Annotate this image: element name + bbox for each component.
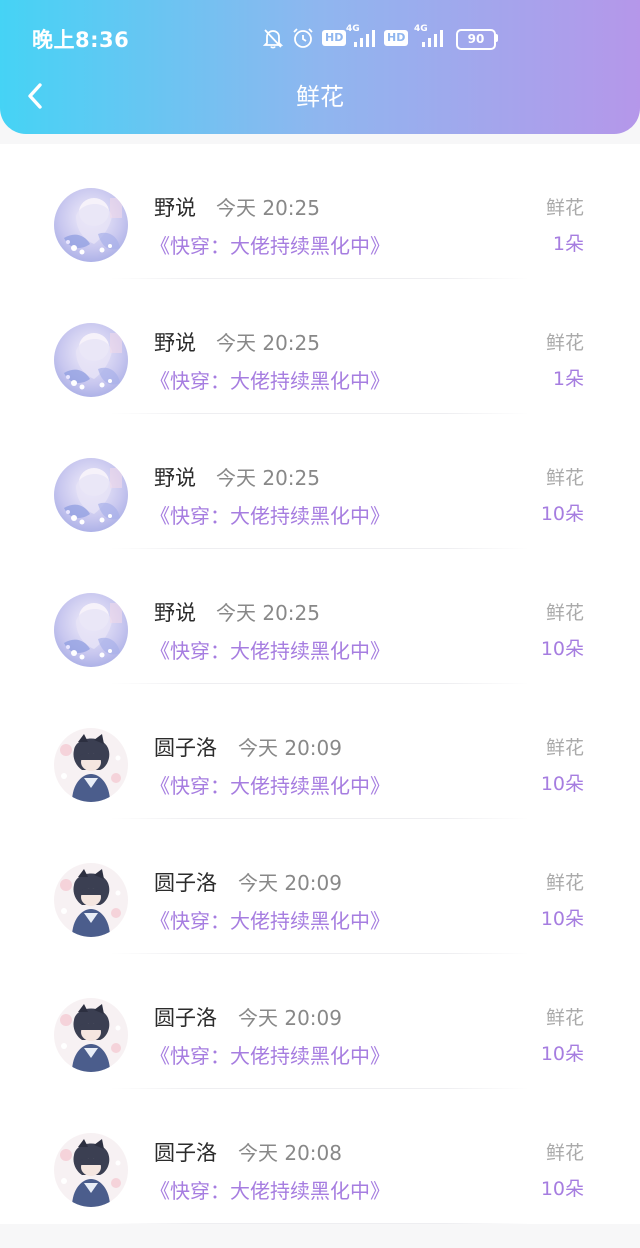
sent-time: 今天 20:09 (238, 736, 342, 760)
book-title-link[interactable]: 《快穿：大佬持续黑化中》 (150, 637, 390, 665)
anime-boy-avatar (54, 1133, 128, 1207)
gift-record-item[interactable]: 圆子洛 今天 20:08 《快穿：大佬持续黑化中》 鲜花 10朵 (0, 1089, 640, 1224)
sent-time: 今天 20:25 (216, 331, 320, 355)
hd-badge-2: HD (384, 30, 409, 46)
gift-type-label: 鲜花 (545, 737, 584, 759)
sent-time: 今天 20:25 (216, 601, 320, 625)
gift-count: 10朵 (540, 1043, 584, 1065)
alarm-icon (293, 28, 313, 48)
anime-girl-avatar (54, 593, 128, 667)
anime-boy-avatar (54, 863, 128, 937)
app-header: 晚上8:36 HD 4G HD 4G 90 鲜花 (0, 0, 640, 134)
anime-girl-avatar (54, 188, 128, 262)
book-title-link[interactable]: 《快穿：大佬持续黑化中》 (150, 367, 390, 395)
sender-name[interactable]: 圆子洛 (154, 1004, 217, 1032)
anime-boy-avatar (54, 728, 128, 802)
signal-icon (354, 30, 375, 47)
status-time: 晚上8:36 (32, 28, 130, 52)
battery-nub (495, 34, 498, 42)
avatar[interactable] (54, 1133, 128, 1207)
book-title-link[interactable]: 《快穿：大佬持续黑化中》 (150, 1177, 390, 1205)
gift-type-label: 鲜花 (545, 1142, 584, 1164)
signal-icon (422, 30, 443, 47)
gift-record-item[interactable]: 圆子洛 今天 20:09 《快穿：大佬持续黑化中》 鲜花 10朵 (0, 684, 640, 819)
sender-name[interactable]: 圆子洛 (154, 1139, 217, 1167)
battery-icon: 90 (456, 29, 496, 50)
book-title-link[interactable]: 《快穿：大佬持续黑化中》 (150, 907, 390, 935)
gift-record-item[interactable]: 野说 今天 20:25 《快穿：大佬持续黑化中》 鲜花 10朵 (0, 414, 640, 549)
sent-time: 今天 20:09 (238, 1006, 342, 1030)
book-title-link[interactable]: 《快穿：大佬持续黑化中》 (150, 232, 390, 260)
gift-record-item[interactable]: 野说 今天 20:25 《快穿：大佬持续黑化中》 鲜花 1朵 (0, 144, 640, 279)
gift-type-label: 鲜花 (545, 332, 584, 354)
sent-time: 今天 20:08 (238, 1141, 342, 1165)
gift-count: 1朵 (552, 233, 584, 255)
book-title-link[interactable]: 《快穿：大佬持续黑化中》 (150, 502, 390, 530)
sender-name[interactable]: 野说 (154, 329, 196, 357)
anime-girl-avatar (54, 323, 128, 397)
gift-type-label: 鲜花 (545, 467, 584, 489)
book-title-link[interactable]: 《快穿：大佬持续黑化中》 (150, 1042, 390, 1070)
status-bar: 晚上8:36 HD 4G HD 4G 90 (0, 0, 640, 76)
gift-count: 10朵 (540, 773, 584, 795)
gift-count: 10朵 (540, 638, 584, 660)
divider (110, 1223, 530, 1224)
avatar[interactable] (54, 728, 128, 802)
avatar[interactable] (54, 458, 128, 532)
page-title: 鲜花 (296, 83, 344, 111)
battery-level: 90 (467, 32, 485, 46)
gift-record-item[interactable]: 圆子洛 今天 20:09 《快穿：大佬持续黑化中》 鲜花 10朵 (0, 954, 640, 1089)
avatar[interactable] (54, 593, 128, 667)
hd-badge-1: HD (322, 30, 347, 46)
gift-type-label: 鲜花 (545, 872, 584, 894)
avatar[interactable] (54, 188, 128, 262)
sender-name[interactable]: 圆子洛 (154, 734, 217, 762)
sent-time: 今天 20:25 (216, 196, 320, 220)
sender-name[interactable]: 圆子洛 (154, 869, 217, 897)
gift-type-label: 鲜花 (545, 602, 584, 624)
sender-name[interactable]: 野说 (154, 194, 196, 222)
gift-record-item[interactable]: 野说 今天 20:25 《快穿：大佬持续黑化中》 鲜花 10朵 (0, 549, 640, 684)
gift-type-label: 鲜花 (545, 197, 584, 219)
gift-type-label: 鲜花 (545, 1007, 584, 1029)
gift-count: 10朵 (540, 503, 584, 525)
sender-name[interactable]: 野说 (154, 599, 196, 627)
sender-name[interactable]: 野说 (154, 464, 196, 492)
anime-boy-avatar (54, 998, 128, 1072)
sent-time: 今天 20:09 (238, 871, 342, 895)
anime-girl-avatar (54, 458, 128, 532)
gift-record-item[interactable]: 圆子洛 今天 20:09 《快穿：大佬持续黑化中》 鲜花 10朵 (0, 819, 640, 954)
bell-muted-icon (262, 29, 284, 49)
gift-count: 10朵 (540, 1178, 584, 1200)
sent-time: 今天 20:25 (216, 466, 320, 490)
gift-record-item[interactable]: 野说 今天 20:25 《快穿：大佬持续黑化中》 鲜花 1朵 (0, 279, 640, 414)
gift-count: 1朵 (552, 368, 584, 390)
avatar[interactable] (54, 863, 128, 937)
avatar[interactable] (54, 323, 128, 397)
gift-count: 10朵 (540, 908, 584, 930)
book-title-link[interactable]: 《快穿：大佬持续黑化中》 (150, 772, 390, 800)
avatar[interactable] (54, 998, 128, 1072)
